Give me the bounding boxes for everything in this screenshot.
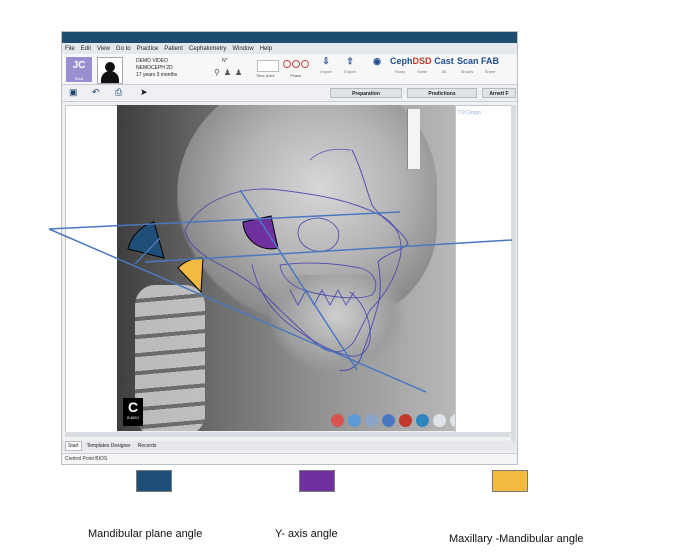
vertical-scrollbar[interactable]	[511, 105, 516, 445]
import-button[interactable]: ⇩ Import	[316, 56, 336, 75]
cast-icon: Cast	[434, 56, 454, 66]
phase-selector[interactable]	[283, 60, 309, 68]
left-panel	[65, 105, 119, 433]
tab-templates-designer[interactable]: Templates Designer	[85, 442, 133, 450]
legend-label-mandibular-plane: Mandibular plane angle	[88, 528, 203, 540]
menu-practice[interactable]: Practice	[137, 46, 159, 52]
legend-swatch-mandibular-plane	[136, 470, 172, 492]
phase-circle-icon[interactable]	[283, 60, 291, 68]
c-logo-sub: B-MOO	[127, 416, 139, 420]
preparation-button[interactable]: Preparation	[330, 88, 402, 98]
legend-label-maxillary-mandibular: Maxillary -Mandibular angle	[449, 533, 584, 545]
measure-icon[interactable]	[365, 414, 378, 427]
right-panel: T:0 Ceogo	[455, 105, 512, 433]
legend-label-y-axis: Y- axis angle	[275, 528, 338, 540]
secondary-toolbar: ▣ ↶ ⎙ ➤ Preparation Predictions Arnett F	[62, 85, 517, 102]
patient-number: N°	[222, 58, 228, 64]
import-label: Import	[320, 69, 332, 74]
camera-icon: ◉	[373, 56, 381, 66]
legend-swatch-y-axis	[299, 470, 335, 492]
patient-record: NEMOCEPH 2D	[136, 65, 173, 71]
jaw-shape	[267, 275, 407, 375]
people-add-icon[interactable]: ♟	[235, 68, 242, 77]
ceph-sub: Study	[394, 69, 406, 74]
dsd-button[interactable]: DSD Smile	[412, 56, 432, 75]
menu-patient[interactable]: Patient	[164, 46, 183, 52]
patient-age: 17 years 3 months	[136, 72, 178, 78]
menu-bar: File Edit View Go to Practice Patient Ce…	[62, 43, 517, 54]
bottom-tabs: Start Templates Designer Records	[62, 441, 517, 451]
undo-icon[interactable]: ↶	[92, 87, 100, 98]
image-tools	[331, 414, 455, 427]
patient-initials-avatar[interactable]: JC Start	[66, 57, 92, 82]
phase-label: Phase	[290, 73, 302, 78]
patient-bar: JC Start DEMO VIDEO NEMOCEPH 2D 17 years…	[62, 54, 517, 85]
phase-circle-icon[interactable]	[292, 60, 300, 68]
scan-sub: Shoots	[460, 69, 474, 74]
fab-icon: FAB	[481, 56, 499, 66]
tab-records[interactable]: Records	[136, 442, 159, 450]
menu-goto[interactable]: Go to	[116, 46, 131, 52]
save-icon[interactable]: ▣	[69, 87, 78, 98]
menu-cephalometry[interactable]: Cephalometry	[189, 46, 226, 52]
print-icon[interactable]: ⎙	[115, 87, 122, 98]
dsd-icon: DSD	[412, 56, 432, 66]
export-button[interactable]: ⇧ Export	[340, 56, 360, 75]
ceph-button[interactable]: Ceph Study	[390, 56, 413, 75]
dsd-sub: Smile	[416, 69, 427, 74]
phase-circle-icon[interactable]	[301, 60, 309, 68]
people-icon[interactable]: ♟	[224, 68, 231, 77]
cephalometry-app-window: File Edit View Go to Practice Patient Ce…	[61, 31, 518, 465]
ceph-study-button[interactable]: ◉	[367, 56, 387, 68]
calibration-ruler	[407, 109, 420, 169]
c-logo-letter: C	[127, 399, 139, 415]
import-icon: ⇩	[322, 56, 330, 66]
head-blue-icon[interactable]	[348, 414, 361, 427]
horizontal-scrollbar[interactable]	[65, 432, 510, 437]
menu-help[interactable]: Help	[260, 46, 272, 52]
c-logo-badge: C B-MOO	[123, 398, 143, 426]
fab-sub: Share	[484, 69, 496, 74]
time-point-box[interactable]	[257, 60, 279, 72]
patient-initials-sub: Start	[74, 76, 84, 81]
camera-icon[interactable]	[416, 414, 429, 427]
time-point-label: Time point	[256, 73, 275, 78]
title-bar	[62, 32, 517, 43]
pencil-icon[interactable]	[382, 414, 395, 427]
patient-initials: JC	[72, 60, 86, 71]
menu-edit[interactable]: Edit	[81, 46, 91, 52]
cervical-spine-shape	[135, 285, 205, 431]
predictions-dropdown[interactable]: Predictions	[407, 88, 477, 98]
ceph-icon: Ceph	[390, 56, 413, 66]
export-label: Export	[344, 69, 356, 74]
tooth-icon[interactable]	[399, 414, 412, 427]
right-panel-label: T:0 Ceogo	[458, 110, 481, 116]
fab-button[interactable]: FAB Share	[480, 56, 500, 75]
gray-tool-icon[interactable]	[433, 414, 446, 427]
legend-swatch-maxillary-mandibular	[492, 470, 528, 492]
arnett-button[interactable]: Arnett F	[482, 88, 516, 98]
cast-sub: 3D	[441, 69, 447, 74]
pointer-icon[interactable]: ➤	[140, 87, 148, 98]
patient-info: DEMO VIDEO NEMOCEPH 2D 17 years 3 months	[136, 58, 177, 79]
menu-file[interactable]: File	[65, 46, 75, 52]
cast-button[interactable]: Cast 3D	[434, 56, 454, 75]
photo-body-shape	[101, 71, 119, 83]
menu-view[interactable]: View	[97, 46, 110, 52]
scan-icon: Scan	[457, 56, 479, 66]
tab-start[interactable]: Start	[65, 441, 82, 451]
status-bar: Control Point BIOS	[62, 453, 517, 464]
patient-photo-icon[interactable]	[97, 57, 123, 84]
export-icon: ⇧	[346, 56, 354, 66]
menu-window[interactable]: Window	[232, 46, 253, 52]
patient-name: DEMO VIDEO	[136, 58, 168, 64]
head-red-icon[interactable]	[331, 414, 344, 427]
cephalometric-xray-image[interactable]: C B-MOO	[117, 105, 455, 431]
search-icon[interactable]: ⚲	[214, 68, 220, 77]
patient-mini-tools: ⚲ ♟ ♟	[214, 68, 242, 77]
scan-button[interactable]: Scan Shoots	[457, 56, 479, 75]
